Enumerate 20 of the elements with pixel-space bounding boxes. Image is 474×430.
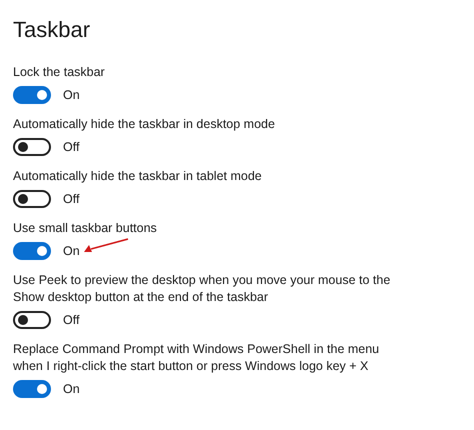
page-title: Taskbar: [13, 16, 90, 44]
annotation-arrow: [83, 238, 129, 254]
setting-label: Use Peek to preview the desktop when you move your mouse to the Show desktop button at the end of the taskbar: [13, 272, 392, 306]
toggle-state: On: [63, 380, 80, 398]
toggle-switch[interactable]: [13, 380, 51, 398]
toggle-switch[interactable]: [13, 242, 51, 260]
toggle-state: On: [63, 86, 80, 104]
toggle-switch[interactable]: [13, 311, 51, 329]
setting-label: Lock the taskbar: [13, 64, 105, 81]
setting-label: Automatically hide the taskbar in tablet mode: [13, 168, 262, 185]
setting-label: Replace Command Prompt with Windows PowerShell in the menu when I right-click the start button or press Windows logo key + X: [13, 341, 380, 375]
toggle-state: Off: [63, 138, 80, 156]
setting-label: Automatically hide the taskbar in desktop mode: [13, 116, 275, 133]
toggle-state: Off: [63, 312, 80, 328]
toggle-switch[interactable]: [13, 86, 51, 104]
toggle-switch[interactable]: [13, 138, 51, 156]
toggle-state: On: [63, 242, 80, 260]
setting-label: Use small taskbar buttons: [13, 220, 157, 237]
toggle-switch[interactable]: [13, 190, 51, 208]
toggle-state: Off: [63, 190, 80, 208]
